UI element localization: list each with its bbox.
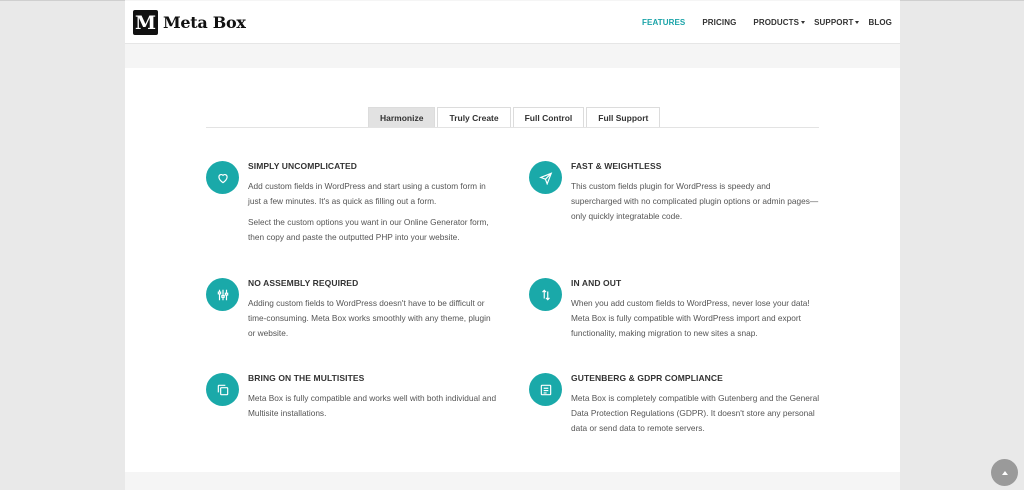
chevron-down-icon <box>801 21 806 24</box>
page-container: M Meta Box FEATURES PRICING PRODUCTS SUP… <box>125 0 900 490</box>
feature-title: BRING ON THE MULTISITES <box>248 373 365 383</box>
feature-text: This custom fields plugin for WordPress … <box>571 181 819 221</box>
tab-truly-create[interactable]: Truly Create <box>437 107 511 128</box>
scroll-to-top-button[interactable] <box>991 459 1018 486</box>
nav-item-features[interactable]: FEATURES <box>642 18 685 27</box>
chevron-up-icon <box>1001 470 1008 475</box>
nav-label: PRODUCTS <box>753 18 800 27</box>
feature-text: Add custom fields in WordPress and start… <box>248 181 486 206</box>
logo-mark-icon: M <box>133 10 158 35</box>
nav-label: FEATURES <box>642 18 686 27</box>
nav-label: PRICING <box>702 18 737 27</box>
feature-title: FAST & WEIGHTLESS <box>571 161 662 171</box>
main-nav: FEATURES PRICING PRODUCTS SUPPORT BLOG <box>625 18 892 27</box>
arrows-up-down-icon <box>529 278 562 311</box>
footer-strip <box>125 472 900 490</box>
logo-text: Meta Box <box>163 13 246 32</box>
feature-tabs: Harmonize Truly Create Full Control Full… <box>368 107 662 128</box>
heart-icon <box>206 161 239 194</box>
feature-title: NO ASSEMBLY REQUIRED <box>248 278 359 288</box>
feature-text: Adding custom fields to WordPress doesn'… <box>248 298 491 338</box>
sliders-icon <box>206 278 239 311</box>
nav-label: BLOG <box>868 18 892 27</box>
copy-icon <box>206 373 239 406</box>
document-icon <box>529 373 562 406</box>
nav-item-support[interactable]: SUPPORT <box>814 18 860 27</box>
nav-item-products[interactable]: PRODUCTS <box>753 18 806 27</box>
nav-label: SUPPORT <box>814 18 854 27</box>
nav-item-pricing[interactable]: PRICING <box>702 18 736 27</box>
feature-title: SIMPLY UNCOMPLICATED <box>248 161 358 171</box>
site-logo[interactable]: M Meta Box <box>133 10 246 35</box>
tab-harmonize[interactable]: Harmonize <box>368 107 436 128</box>
feature-text: Meta Box is fully compatible and works w… <box>248 393 497 418</box>
tab-divider <box>206 127 819 128</box>
tab-full-support[interactable]: Full Support <box>586 107 661 128</box>
features-section: Harmonize Truly Create Full Control Full… <box>125 68 900 472</box>
tab-full-control[interactable]: Full Control <box>512 107 585 128</box>
feature-title: GUTENBERG & GDPR COMPLIANCE <box>571 373 723 383</box>
feature-text: Select the custom options you want in ou… <box>248 217 489 242</box>
feature-text: Meta Box is completely compatible with G… <box>571 393 820 433</box>
feature-text: When you add custom fields to WordPress,… <box>571 298 810 338</box>
paper-plane-icon <box>529 161 562 194</box>
nav-item-blog[interactable]: BLOG <box>868 18 892 27</box>
site-header: M Meta Box FEATURES PRICING PRODUCTS SUP… <box>125 1 900 44</box>
chevron-down-icon <box>855 21 860 24</box>
feature-title: IN AND OUT <box>571 278 622 288</box>
